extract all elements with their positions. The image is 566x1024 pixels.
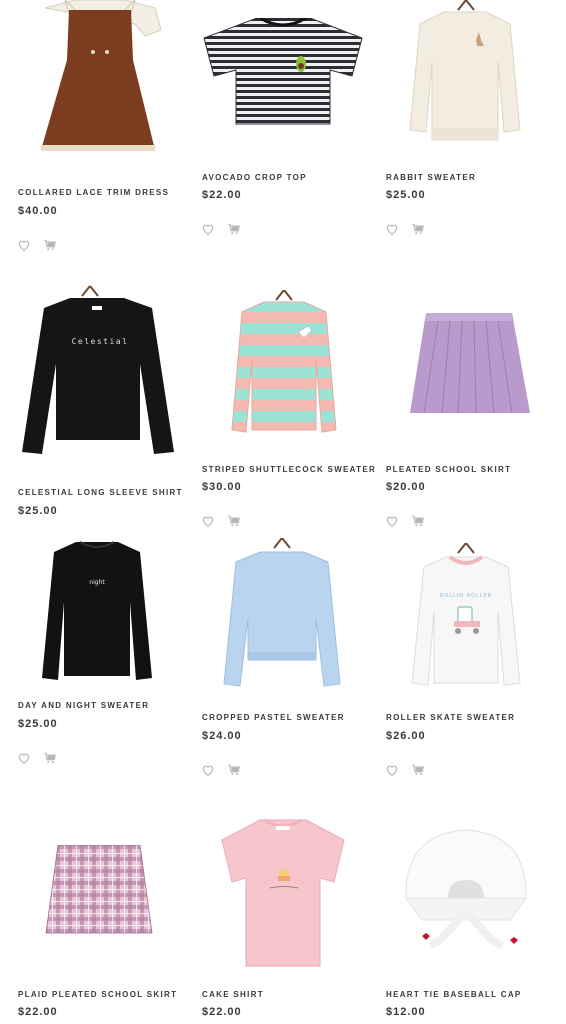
cart-icon[interactable] (43, 751, 57, 765)
product-image-roller-skate-sweater[interactable]: ROLLIN ROLLER (410, 543, 522, 687)
product-price: $30.00 (202, 481, 242, 493)
cart-icon[interactable] (227, 763, 241, 777)
product-price: $12.00 (386, 1006, 426, 1018)
cart-icon[interactable] (411, 222, 425, 236)
product-image-plaid-skirt[interactable] (44, 845, 154, 937)
product-name[interactable]: CAKE SHIRT (202, 990, 264, 999)
heart-icon[interactable] (385, 514, 399, 528)
cart-icon[interactable] (43, 238, 57, 252)
product-price: $25.00 (18, 718, 58, 730)
product-price: $22.00 (202, 1006, 242, 1018)
cart-icon[interactable] (227, 514, 241, 528)
product-image-rabbit-sweater[interactable] (406, 0, 524, 145)
cart-icon[interactable] (227, 222, 241, 236)
product-image-striped-sweater[interactable] (230, 290, 338, 438)
product-name[interactable]: COLLARED LACE TRIM DRESS (18, 188, 169, 197)
product-image-pastel-sweater[interactable] (222, 538, 342, 688)
product-price: $24.00 (202, 730, 242, 742)
product-price: $25.00 (18, 505, 58, 517)
product-image-purple-skirt[interactable] (408, 313, 532, 423)
product-name[interactable]: CROPPED PASTEL SWEATER (202, 713, 345, 722)
product-name[interactable]: AVOCADO CROP TOP (202, 173, 307, 182)
product-price: $22.00 (18, 1006, 58, 1018)
product-image-baseball-cap[interactable] (400, 828, 532, 952)
product-image-crop-top[interactable] (202, 18, 364, 126)
product-name[interactable]: PLAID PLEATED SCHOOL SKIRT (18, 990, 177, 999)
cart-icon[interactable] (411, 763, 425, 777)
heart-icon[interactable] (385, 222, 399, 236)
product-price: $40.00 (18, 205, 58, 217)
sweater-print-text: night (89, 579, 105, 586)
product-image-night-sweater[interactable]: night (40, 540, 154, 682)
product-price: $25.00 (386, 189, 426, 201)
heart-icon[interactable] (201, 763, 215, 777)
product-price: $22.00 (202, 189, 242, 201)
product-name[interactable]: DAY AND NIGHT SWEATER (18, 701, 149, 710)
product-image-celestial-shirt[interactable]: Celestial (20, 284, 176, 464)
product-name[interactable]: HEART TIE BASEBALL CAP (386, 990, 522, 999)
product-image-cake-shirt[interactable] (218, 818, 348, 968)
heart-icon[interactable] (385, 763, 399, 777)
shirt-print-text: Celestial (72, 337, 129, 346)
heart-icon[interactable] (17, 751, 31, 765)
product-image-dress[interactable] (35, 0, 165, 168)
product-name[interactable]: ROLLER SKATE SWEATER (386, 713, 515, 722)
cart-icon[interactable] (411, 514, 425, 528)
heart-icon[interactable] (201, 222, 215, 236)
product-price: $26.00 (386, 730, 426, 742)
product-price: $20.00 (386, 481, 426, 493)
product-name[interactable]: CELESTIAL LONG SLEEVE SHIRT (18, 488, 183, 497)
product-name[interactable]: PLEATED SCHOOL SKIRT (386, 465, 511, 474)
heart-icon[interactable] (201, 514, 215, 528)
product-name[interactable]: RABBIT SWEATER (386, 173, 476, 182)
sweater-print-text: ROLLIN ROLLER (440, 593, 492, 599)
product-name[interactable]: STRIPED SHUTTLECOCK SWEATER (202, 465, 376, 474)
heart-icon[interactable] (17, 238, 31, 252)
